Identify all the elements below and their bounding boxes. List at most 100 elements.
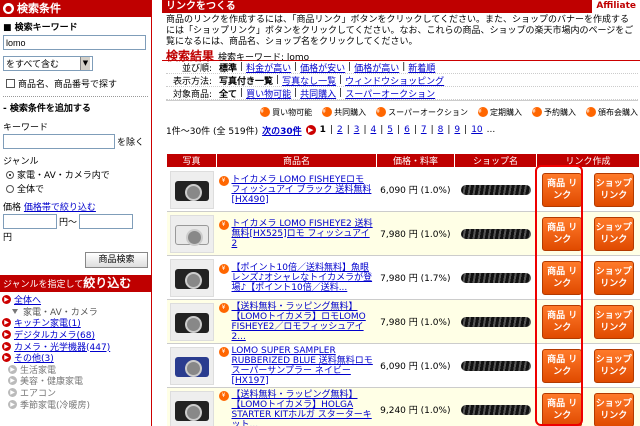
shop-link-button[interactable]: ショップ リンク [593, 172, 634, 207]
genre-item[interactable]: ▶ カメラ・光学機器(447) [0, 340, 150, 353]
product-name-link[interactable]: LOMO SUPER SAMPLER RUBBERIZED BLUE 送料無料ロ… [232, 346, 375, 386]
shop-link-button[interactable]: ショップ リンク [593, 304, 634, 339]
filter-option[interactable]: 新着順 [405, 61, 438, 74]
shop-link-button[interactable]: ショップ リンク [593, 260, 634, 295]
exclude-keyword-input[interactable] [3, 134, 115, 149]
sidebar-title: 検索条件 [17, 2, 61, 15]
name-cell: ¥ 【送料無料・ラッピング無料】【LOMOトイカメラ】ロモLOMO FISHEYE… [216, 299, 377, 344]
shop-link-button[interactable]: ショップ リンク [593, 392, 634, 426]
price-cell: 6,090 円 (1.0%) [376, 167, 455, 212]
genre-item[interactable]: ▶ キッチン家電(1) [0, 317, 150, 329]
chevron-down-icon[interactable]: ▼ [80, 57, 90, 70]
shop-link-cell: ショップ リンク [588, 167, 640, 212]
product-thumbnail[interactable] [169, 346, 214, 385]
product-link-button[interactable]: 商品 リンク [542, 172, 583, 207]
genre-item[interactable]: ▶ エアコン [0, 387, 150, 399]
shop-name-redacted[interactable] [460, 272, 531, 283]
product-thumbnail[interactable] [169, 170, 214, 209]
filter-option[interactable]: 価格が高い [351, 61, 402, 74]
filter-option[interactable]: 料金が高い [243, 61, 294, 74]
genre-item[interactable]: ▶ 全体へ [0, 294, 150, 306]
product-name-link[interactable]: 【送料無料・ラッピング無料】【LOMOトイカメラ】ロモLOMO FISHEYE2… [232, 302, 375, 342]
next-page-link[interactable]: 次の30件 [262, 124, 302, 137]
genre-item[interactable]: ▶ その他(3) [0, 352, 150, 364]
shop-name-redacted[interactable] [460, 360, 531, 371]
page-link[interactable]: 5 [387, 125, 393, 135]
photo-cell [166, 343, 217, 388]
product-link-cell: 商品 リンク [536, 211, 588, 256]
page-link[interactable]: 8 [438, 125, 444, 135]
product-link-button[interactable]: 商品 リンク [542, 348, 583, 383]
genre-list: ▶ 全体へ 家電・AV・カメラ ▶ キッチン家電(1) ▶ デジタルカメラ(68) ▶ カメラ・… [0, 294, 150, 411]
filter-option[interactable]: 価格が安い [297, 61, 348, 74]
page-sep: | [430, 125, 434, 135]
arrow-circle-icon: ▶ [8, 399, 17, 409]
page-sep: | [380, 125, 384, 135]
product-thumbnail[interactable] [169, 214, 214, 253]
photo-cell [166, 211, 217, 256]
filter-option[interactable]: ウィンドウショッピング [342, 74, 447, 87]
filter-option[interactable]: 写真なし一覧 [279, 74, 339, 87]
shopping-icon: ¥ [218, 346, 229, 357]
keyword-input[interactable] [3, 35, 146, 50]
page-link[interactable]: 4 [371, 125, 377, 135]
product-link-button[interactable]: 商品 リンク [542, 216, 583, 251]
genre-item[interactable]: ▶ 生活家電 [0, 364, 150, 376]
product-name-wrap: ¥ 【ポイント10倍／送料無料】魚眼レンズ♪オシャレなトイカメラが登場♪【ポイント… [217, 263, 377, 293]
product-thumbnail[interactable] [169, 258, 214, 297]
page-link[interactable]: 9 [454, 125, 460, 135]
filter-option[interactable]: 買い物可能 [243, 87, 294, 100]
legend-item: ¥ 予約購入 [532, 107, 576, 118]
genre-filter-header: ジャンルを指定して絞り込む [0, 275, 152, 292]
genre-item[interactable]: ▶ 季節家電(冷暖房) [0, 398, 150, 411]
product-link-button[interactable]: 商品 リンク [542, 392, 583, 426]
search-conditions-sidebar: ● 検索条件 ■ 検索キーワード をすべて含む ▼ 商品名、商品番号で探す - … [0, 0, 152, 426]
price-range-link[interactable]: 価格帯で絞り込む [24, 203, 96, 213]
shopping-icon: ¥ [218, 390, 229, 401]
column-header: 商品名 [216, 153, 377, 168]
page-sep: | [329, 125, 333, 135]
radio-selected[interactable] [6, 170, 14, 179]
shop-name-redacted[interactable] [460, 404, 531, 415]
include-code-checkbox[interactable] [6, 79, 15, 88]
filter-option[interactable]: 共同購入 [297, 87, 339, 100]
shop-link-button[interactable]: ショップ リンク [593, 216, 634, 251]
price-max-input[interactable] [79, 214, 134, 229]
page-link[interactable]: 6 [404, 125, 410, 135]
shop-name-redacted[interactable] [460, 184, 531, 195]
shop-link-cell: ショップ リンク [588, 211, 640, 256]
price-cell: 9,240 円 (1.0%) [376, 387, 455, 426]
radio-unselected[interactable] [6, 184, 14, 193]
genre-item[interactable]: ▶ 美容・健康家電 [0, 375, 150, 387]
shop-name-redacted[interactable] [460, 316, 531, 327]
product-search-button[interactable]: 商品検索 [85, 252, 148, 268]
price-cell: 7,980 円 (1.0%) [376, 211, 455, 256]
match-select[interactable]: をすべて含む ▼ [3, 56, 93, 71]
table-row: ¥ トイカメラ LOMO FISHEYE2 送料無料[HX525]ロモ フィッシュ… [166, 211, 640, 256]
column-header: ショップ名 [454, 153, 537, 168]
include-code-option[interactable]: 商品名、商品番号で探す [0, 71, 151, 90]
purchase-type-icon: ¥ [478, 107, 488, 117]
genre-option-within[interactable]: 家電・AV・カメラ内で [0, 167, 151, 181]
product-link-button[interactable]: 商品 リンク [542, 260, 583, 295]
page-link[interactable]: 7 [421, 125, 427, 135]
product-link-button[interactable]: 商品 リンク [542, 304, 583, 339]
product-name-link[interactable]: トイカメラ LOMO FISHEYEロモ フィッシュアイ ブラック 送料無料[H… [232, 175, 375, 205]
page-link[interactable]: 10 [471, 125, 482, 135]
shop-link-button[interactable]: ショップ リンク [593, 348, 634, 383]
next-arrow-icon[interactable]: ▶ [305, 125, 316, 135]
page-link[interactable]: 2 [337, 125, 343, 135]
product-thumbnail[interactable] [169, 390, 214, 426]
product-name-wrap: ¥ 【送料無料・ラッピング無料】【LOMOトイカメラ】HOLGA STARTER … [217, 390, 377, 426]
price-min-input[interactable] [3, 214, 57, 229]
filter-option[interactable]: スーパーオークション [342, 87, 438, 100]
genre-item[interactable]: ▶ デジタルカメラ(68) [0, 329, 150, 341]
genre-option-all[interactable]: 全体で [0, 181, 151, 195]
product-name-link[interactable]: 【送料無料・ラッピング無料】【LOMOトイカメラ】HOLGA STARTER K… [232, 390, 375, 426]
shop-name-redacted[interactable] [460, 228, 531, 239]
affiliate-label: Affiliate [592, 0, 640, 13]
product-thumbnail[interactable] [169, 302, 214, 341]
product-name-link[interactable]: トイカメラ LOMO FISHEYE2 送料無料[HX525]ロモ フィッシュア… [232, 219, 375, 249]
page-link[interactable]: 3 [354, 125, 360, 135]
product-name-link[interactable]: 【ポイント10倍／送料無料】魚眼レンズ♪オシャレなトイカメラが登場♪【ポイント1… [232, 263, 375, 293]
